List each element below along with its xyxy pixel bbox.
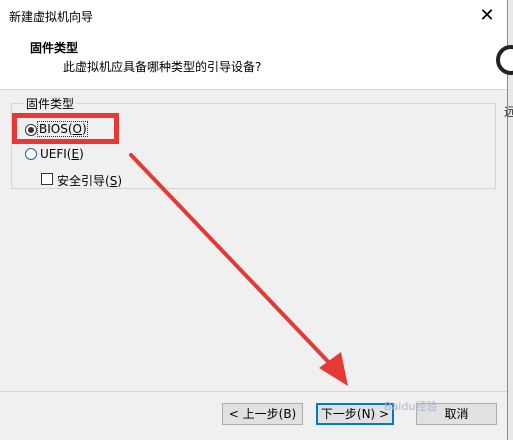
annotation-arrow-icon xyxy=(129,153,348,386)
watermark: Baidu经验 xyxy=(384,400,438,413)
